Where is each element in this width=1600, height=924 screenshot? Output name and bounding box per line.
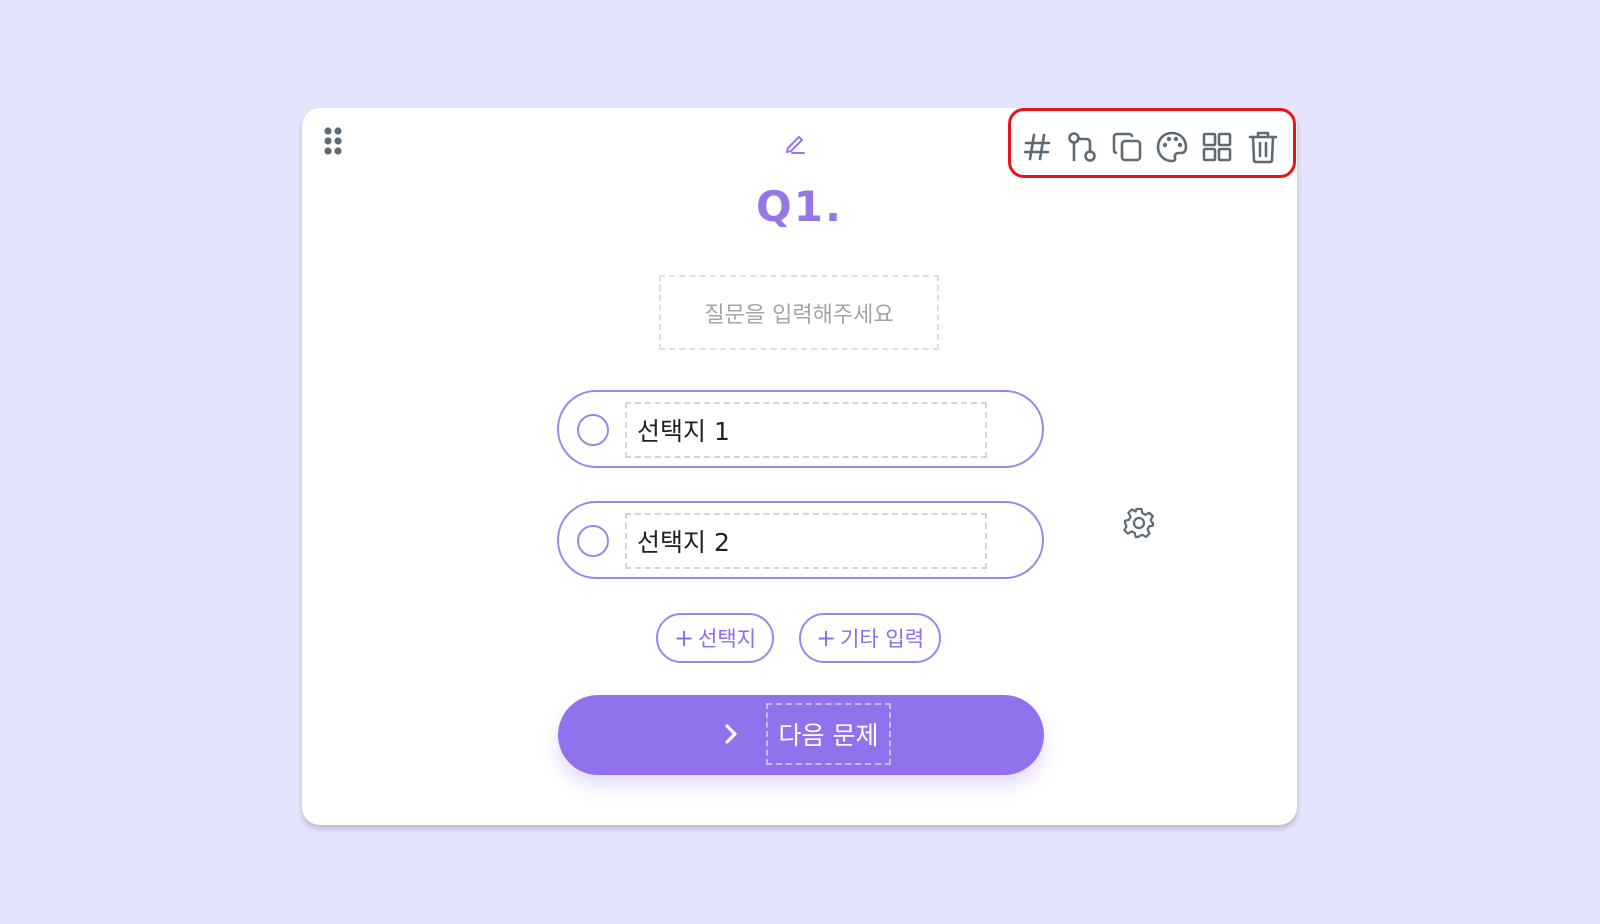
branch-icon[interactable] [1064,129,1100,165]
add-other-label: 기타 입력 [840,627,925,651]
choice-item: 선택지 2 [557,501,1044,579]
question-input[interactable]: 질문을 입력해주세요 [659,275,939,350]
palette-icon[interactable] [1154,129,1190,165]
plus-icon: + [673,624,695,652]
plus-icon: + [815,624,837,652]
chevron-right-icon [716,719,746,749]
choice-input[interactable]: 선택지 1 [625,402,987,458]
add-choice-button[interactable]: + 선택지 [656,613,774,663]
copy-icon[interactable] [1109,129,1145,165]
question-card: Q1. 질문을 입력해주세요 선택지 1 선택지 2 + 선택지 + 기타 입력… [302,108,1297,825]
radio-button[interactable] [577,525,609,557]
question-toolbar [1008,108,1296,178]
grid-icon[interactable] [1199,129,1235,165]
next-question-button[interactable]: 다음 문제 [558,695,1044,775]
add-other-button[interactable]: + 기타 입력 [799,613,941,663]
question-number: Q1. [756,182,843,231]
pencil-icon[interactable] [780,128,810,158]
choice-input[interactable]: 선택지 2 [625,513,987,569]
drag-handle-icon[interactable] [322,126,346,156]
choice-item: 선택지 1 [557,390,1044,468]
add-choice-label: 선택지 [698,627,757,651]
hash-icon[interactable] [1019,129,1055,165]
trash-icon[interactable] [1245,129,1281,165]
gear-icon[interactable] [1122,506,1156,540]
next-button-label[interactable]: 다음 문제 [766,703,891,765]
radio-button[interactable] [577,414,609,446]
